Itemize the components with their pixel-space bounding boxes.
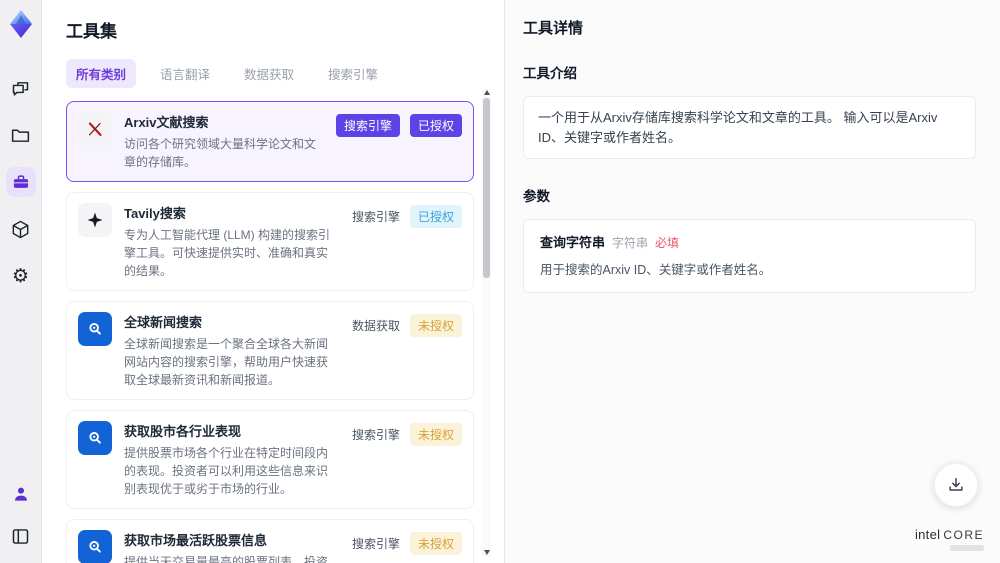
app-window: ⚙ 工具集 所有类别 语言翻译 数据获取 搜索引擎 Arxiv文献搜索 访问各个… [0, 0, 1000, 563]
folder-icon[interactable] [6, 120, 36, 150]
tool-tags: 搜索引擎 已授权 [352, 203, 462, 228]
tavily-icon [87, 212, 103, 228]
category-badge: 搜索引擎 [351, 210, 400, 224]
tool-card-body: 获取市场最活跃股票信息 提供当天交易量最高的股票列表，投资者可以利用这些信息来识… [124, 530, 340, 563]
rail-nav: ⚙ [5, 73, 36, 291]
tool-cards: Arxiv文献搜索 访问各个研究领域大量科学论文和文章的存储库。 搜索引擎 已授… [66, 101, 474, 563]
tool-title: Tavily搜索 [124, 206, 186, 221]
tool-tags: 搜索引擎 已授权 [335, 112, 462, 137]
tool-card[interactable]: 获取市场最活跃股票信息 提供当天交易量最高的股票列表，投资者可以利用这些信息来识… [66, 519, 474, 563]
tool-list-panel: 工具集 所有类别 语言翻译 数据获取 搜索引擎 Arxiv文献搜索 访问各个研究… [42, 0, 505, 563]
tool-intro-text: 一个用于从Arxiv存储库搜索科学论文和文章的工具。 输入可以是Arxiv ID… [523, 96, 976, 159]
tool-description: 访问各个研究领域大量科学论文和文章的存储库。 [124, 137, 317, 169]
left-rail: ⚙ [0, 0, 42, 563]
param-type: 字符串 [612, 236, 649, 250]
tool-tags: 数据获取 未授权 [352, 312, 462, 337]
rail-bottom [6, 479, 36, 551]
intro-section-label: 工具介绍 [523, 66, 577, 81]
auth-status-badge: 已授权 [409, 114, 462, 137]
params-section-label: 参数 [523, 189, 550, 204]
tool-title: 获取市场最活跃股票信息 [124, 533, 268, 548]
tool-description: 专为人工智能代理 (LLM) 构建的搜索引擎工具。可快速提供实时、准确和真实的结… [124, 228, 331, 278]
param-description: 用于搜索的Arxiv ID、关键字或作者姓名。 [540, 263, 772, 277]
tool-icon [78, 312, 112, 346]
news-search-icon [89, 541, 101, 553]
news-search-icon [89, 323, 101, 335]
category-badge: 搜索引擎 [351, 428, 400, 442]
auth-status-badge: 未授权 [409, 423, 462, 446]
category-tab[interactable]: 所有类别 [66, 59, 137, 88]
auth-status-badge: 未授权 [409, 532, 462, 555]
auth-status-badge: 未授权 [409, 314, 462, 337]
download-icon [949, 478, 963, 491]
intel-core-logo: intel core [915, 527, 984, 551]
tool-card[interactable]: Tavily搜索 专为人工智能代理 (LLM) 构建的搜索引擎工具。可快速提供实… [66, 192, 474, 291]
detail-title: 工具详情 [523, 20, 584, 37]
scroll-up-icon[interactable] [483, 90, 490, 95]
cube-icon[interactable] [6, 214, 36, 244]
auth-status-badge: 已授权 [409, 205, 462, 228]
brand-intel: intel [914, 527, 941, 542]
briefcase-icon[interactable] [5, 167, 36, 197]
category-tab[interactable]: 语言翻译 [150, 59, 220, 88]
tool-card[interactable]: Arxiv文献搜索 访问各个研究领域大量科学论文和文章的存储库。 搜索引擎 已授… [66, 101, 474, 182]
download-button[interactable] [934, 463, 978, 507]
news-search-icon [89, 432, 101, 444]
tool-description: 提供股票市场各个行业在特定时间段内的表现。投资者可以利用这些信息来识别表现优于或… [124, 446, 329, 496]
tool-tags: 搜索引擎 未授权 [352, 421, 462, 446]
tool-tags: 搜索引擎 未授权 [352, 530, 462, 555]
tool-card-body: 获取股市各行业表现 提供股票市场各个行业在特定时间段内的表现。投资者可以利用这些… [124, 421, 340, 498]
tool-icon [78, 530, 112, 563]
param-name: 查询字符串 [540, 235, 606, 250]
param-card: 查询字符串 字符串 必填 用于搜索的Arxiv ID、关键字或作者姓名。 [523, 219, 976, 293]
category-badge: 数据获取 [351, 319, 400, 333]
tool-description: 全球新闻搜索是一个聚合全球各大新闻网站内容的搜索引擎，帮助用户快速获取全球最新资… [124, 337, 329, 387]
param-header: 查询字符串 字符串 必填 [540, 232, 959, 251]
category-tab[interactable]: 数据获取 [234, 59, 304, 88]
tool-card[interactable]: 获取股市各行业表现 提供股票市场各个行业在特定时间段内的表现。投资者可以利用这些… [66, 410, 474, 509]
tool-card-body: 全球新闻搜索 全球新闻搜索是一个聚合全球各大新闻网站内容的搜索引擎，帮助用户快速… [124, 312, 340, 389]
gear-glyph: ⚙ [11, 264, 30, 287]
tool-title: 全球新闻搜索 [124, 315, 203, 330]
tool-icon [78, 421, 112, 455]
tool-description: 提供当天交易量最高的股票列表，投资者可以利用这些信息来识别流动性强的股票和潜在的… [124, 555, 329, 563]
chat-icon[interactable] [6, 73, 36, 103]
category-badge: 搜索引擎 [335, 114, 400, 137]
tool-card[interactable]: 全球新闻搜索 全球新闻搜索是一个聚合全球各大新闻网站内容的搜索引擎，帮助用户快速… [66, 301, 474, 400]
tool-detail-panel: 工具详情 工具介绍 一个用于从Arxiv存储库搜索科学论文和文章的工具。 输入可… [505, 0, 1000, 563]
scrollbar-thumb[interactable] [483, 98, 490, 278]
arxiv-icon [88, 122, 102, 136]
list-scrollbar[interactable] [482, 88, 491, 557]
category-tabs: 所有类别 语言翻译 数据获取 搜索引擎 [66, 59, 474, 88]
tool-card-body: Tavily搜索 专为人工智能代理 (LLM) 构建的搜索引擎工具。可快速提供实… [124, 203, 340, 280]
page-title: 工具集 [66, 22, 117, 41]
category-badge: 搜索引擎 [351, 537, 400, 551]
scroll-down-icon[interactable] [483, 550, 490, 555]
tool-title: Arxiv文献搜索 [124, 115, 209, 130]
user-icon[interactable] [6, 479, 36, 509]
param-required-flag: 必填 [655, 236, 680, 250]
app-logo[interactable] [6, 9, 36, 39]
gear-icon[interactable]: ⚙ [6, 261, 36, 291]
params-list: 查询字符串 字符串 必填 用于搜索的Arxiv ID、关键字或作者姓名。 [523, 219, 976, 293]
brand-sub-bar [950, 545, 984, 551]
panel-toggle-icon[interactable] [6, 521, 36, 551]
tool-icon [78, 112, 112, 146]
category-tab[interactable]: 搜索引擎 [318, 59, 388, 88]
tool-card-body: Arxiv文献搜索 访问各个研究领域大量科学论文和文章的存储库。 [124, 112, 324, 171]
tool-title: 获取股市各行业表现 [124, 424, 242, 439]
tool-icon [78, 203, 112, 237]
brand-core: core [943, 528, 984, 542]
